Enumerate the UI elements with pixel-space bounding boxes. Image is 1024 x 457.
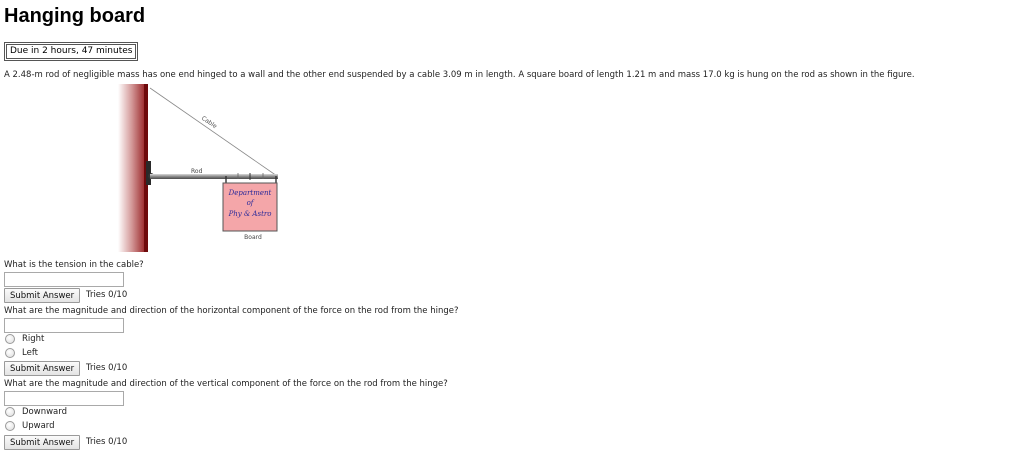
due-badge: Due in 2 hours, 47 minutes [4, 42, 139, 61]
question-3-text: What are the magnitude and direction of … [4, 379, 448, 389]
rod-label: Rod [191, 168, 203, 175]
radio-button[interactable] [5, 421, 15, 431]
radio-label: Left [22, 348, 38, 358]
board-label: Board [244, 234, 262, 241]
rod [150, 174, 278, 179]
radio-button[interactable] [5, 348, 15, 358]
radio-label: Right [22, 334, 45, 344]
radio-option-left[interactable]: Left [5, 347, 38, 359]
radio-option-upward[interactable]: Upward [5, 420, 55, 432]
radio-label: Upward [22, 421, 55, 431]
radio-label: Downward [22, 407, 67, 417]
radio-button[interactable] [5, 407, 15, 417]
hanging-board-figure: Cable Rod Department of Phy & Astro Boar… [118, 84, 278, 252]
question-1-text: What is the tension in the cable? [4, 260, 144, 270]
board-line: Phy & Astro [228, 210, 272, 218]
hinge-bracket [146, 161, 151, 185]
submit-answer-button-3[interactable]: Submit Answer [4, 435, 81, 450]
problem-statement: A 2.48-m rod of negligible mass has one … [4, 70, 915, 80]
page-title: Hanging board [4, 5, 146, 27]
question-2-text: What are the magnitude and direction of … [4, 306, 459, 316]
submit-answer-button-1[interactable]: Submit Answer [4, 288, 81, 303]
tension-answer-input[interactable] [4, 272, 124, 287]
submit-answer-button-2[interactable]: Submit Answer [4, 361, 81, 376]
board-line: Department [228, 189, 272, 197]
radio-button[interactable] [5, 334, 15, 344]
radio-option-downward[interactable]: Downward [5, 406, 67, 418]
cable-label: Cable [200, 115, 218, 131]
due-text: Due in 2 hours, 47 minutes [6, 44, 137, 59]
cable-line [149, 87, 278, 177]
tries-counter-1: Tries 0/10 [86, 290, 128, 300]
wall [118, 84, 148, 252]
horizontal-force-answer-input[interactable] [4, 318, 124, 333]
vertical-force-answer-input[interactable] [4, 391, 124, 406]
tries-counter-3: Tries 0/10 [86, 437, 128, 447]
tries-counter-2: Tries 0/10 [86, 363, 128, 373]
radio-option-right[interactable]: Right [5, 333, 44, 345]
